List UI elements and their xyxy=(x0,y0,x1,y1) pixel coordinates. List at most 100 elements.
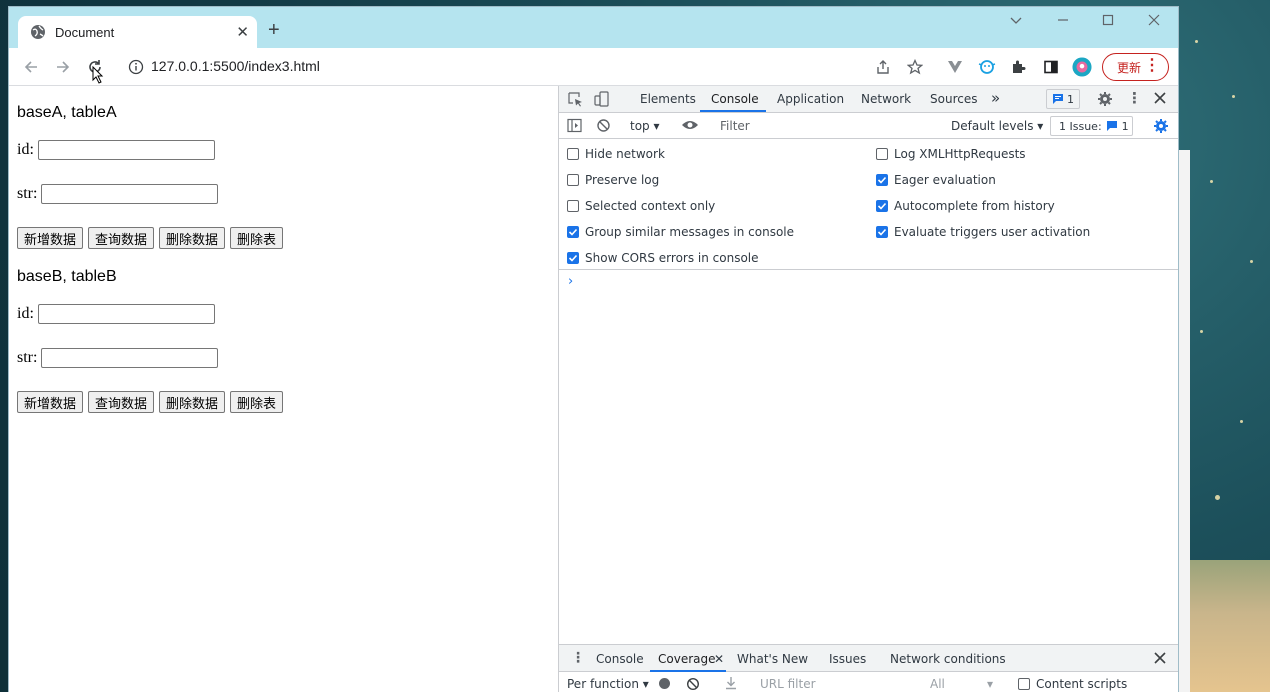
checkbox-checked[interactable] xyxy=(876,200,888,212)
setting-label: Autocomplete from history xyxy=(894,199,1055,213)
drawer-tab-network-conditions[interactable]: Network conditions xyxy=(890,652,1006,666)
close-coverage-tab-icon[interactable]: ✕ xyxy=(714,652,724,666)
checkbox[interactable] xyxy=(876,148,888,160)
section-a-str-input[interactable] xyxy=(41,184,219,204)
more-tabs-chevron-icon[interactable]: » xyxy=(991,89,1000,107)
setting-selected-context-only[interactable]: Selected context only xyxy=(567,199,715,213)
side-panel-icon[interactable] xyxy=(1041,57,1061,77)
more-menu-icon[interactable]: ⋮ xyxy=(1144,57,1160,75)
setting-label: Evaluate triggers user activation xyxy=(894,225,1091,239)
delete-data-button-a[interactable]: 删除数据 xyxy=(159,227,226,249)
section-a-id-input[interactable] xyxy=(37,140,215,160)
tab-application[interactable]: Application xyxy=(777,92,844,106)
section-b-id-row: id: xyxy=(17,304,215,324)
query-data-button-b[interactable]: 查询数据 xyxy=(88,391,155,413)
live-expression-eye-icon[interactable] xyxy=(681,118,699,135)
extension-face-icon[interactable] xyxy=(977,57,997,77)
checkbox[interactable] xyxy=(567,200,579,212)
maximize-button[interactable] xyxy=(1101,13,1115,30)
checkbox[interactable] xyxy=(1018,678,1030,690)
checkbox-checked[interactable] xyxy=(567,252,579,264)
checkbox[interactable] xyxy=(567,174,579,186)
type-filter-dropdown[interactable]: All xyxy=(930,677,945,691)
devtools-tab-bar: Elements Console Application Network Sou… xyxy=(559,86,1178,113)
console-filter-input[interactable]: Filter xyxy=(720,119,750,133)
vue-devtools-extension-icon[interactable] xyxy=(945,57,965,77)
section-b-id-input[interactable] xyxy=(37,304,215,324)
bookmark-star-icon[interactable] xyxy=(905,57,925,77)
drawer-tab-issues[interactable]: Issues xyxy=(829,652,866,666)
add-data-button-a[interactable]: 新增数据 xyxy=(17,227,84,249)
tab-sources[interactable]: Sources xyxy=(930,92,977,106)
tab-search-icon[interactable] xyxy=(1009,13,1023,30)
minimize-button[interactable] xyxy=(1056,13,1070,30)
checkbox-checked[interactable] xyxy=(876,226,888,238)
issues-button[interactable]: 1 Issue: 1 xyxy=(1050,116,1133,136)
export-download-icon[interactable] xyxy=(724,676,738,692)
inspect-element-icon[interactable] xyxy=(568,92,583,110)
checkbox-checked[interactable] xyxy=(876,174,888,186)
add-data-button-b[interactable]: 新增数据 xyxy=(17,391,84,413)
type-filter-chevron-icon[interactable]: ▾ xyxy=(987,677,993,691)
setting-evaluate-triggers[interactable]: Evaluate triggers user activation xyxy=(876,225,1090,239)
close-window-button[interactable] xyxy=(1147,13,1161,30)
issues-label: 1 Issue: xyxy=(1059,119,1102,133)
checkbox[interactable] xyxy=(567,148,579,160)
query-data-button-a[interactable]: 查询数据 xyxy=(88,227,155,249)
section-a-heading: baseA, tableA xyxy=(17,104,117,121)
new-tab-button[interactable]: + xyxy=(268,20,280,40)
setting-preserve-log[interactable]: Preserve log xyxy=(567,173,659,187)
console-settings-gear-icon[interactable] xyxy=(1153,118,1169,137)
setting-hide-network[interactable]: Hide network xyxy=(567,147,665,161)
setting-label: Log XMLHttpRequests xyxy=(894,147,1026,161)
tab-elements[interactable]: Elements xyxy=(640,92,696,106)
drawer-tab-whats-new[interactable]: What's New xyxy=(737,652,808,666)
setting-show-cors-errors[interactable]: Show CORS errors in console xyxy=(567,251,759,265)
close-tab-icon[interactable]: ✕ xyxy=(236,23,249,41)
close-devtools-icon[interactable] xyxy=(1154,92,1166,107)
setting-autocomplete-history[interactable]: Autocomplete from history xyxy=(876,199,1055,213)
web-page: baseA, tableA id: str: 新增数据 查询数据 删除数据 删除… xyxy=(9,86,558,692)
devtools-more-icon[interactable]: ⋮ xyxy=(1127,89,1142,107)
setting-log-xhr[interactable]: Log XMLHttpRequests xyxy=(876,147,1026,161)
share-icon[interactable] xyxy=(873,57,893,77)
setting-eager-evaluation[interactable]: Eager evaluation xyxy=(876,173,996,187)
extensions-puzzle-icon[interactable] xyxy=(1009,57,1029,77)
console-prompt-chevron-icon[interactable]: › xyxy=(568,274,573,289)
url-field[interactable]: 127.0.0.1:5500/index3.html xyxy=(151,58,320,74)
url-filter-input[interactable]: URL filter xyxy=(760,677,816,691)
type-filter-value: All xyxy=(930,677,945,691)
device-toolbar-icon[interactable] xyxy=(594,91,610,110)
coverage-mode-dropdown[interactable]: Per function ▾ xyxy=(567,677,649,691)
close-drawer-icon[interactable] xyxy=(1154,652,1166,667)
browser-tab[interactable]: Document ✕ xyxy=(18,16,257,48)
section-b-str-input[interactable] xyxy=(41,348,219,368)
delete-table-button-a[interactable]: 删除表 xyxy=(230,227,284,249)
profile-avatar[interactable] xyxy=(1072,57,1092,77)
site-info-icon[interactable] xyxy=(128,59,144,80)
drawer-tab-coverage[interactable]: Coverage xyxy=(658,652,716,666)
delete-data-button-b[interactable]: 删除数据 xyxy=(159,391,226,413)
settings-gear-icon[interactable] xyxy=(1097,91,1113,110)
tab-console[interactable]: Console xyxy=(711,92,759,106)
forward-button[interactable] xyxy=(52,56,74,78)
record-icon[interactable] xyxy=(659,678,670,689)
clear-coverage-icon[interactable] xyxy=(686,677,700,692)
clear-console-icon[interactable] xyxy=(596,118,611,136)
messages-badge[interactable]: 1 xyxy=(1046,89,1080,109)
sidebar-toggle-icon[interactable] xyxy=(567,118,582,136)
checkbox-checked[interactable] xyxy=(567,226,579,238)
mouse-cursor-icon xyxy=(92,66,104,84)
tab-network[interactable]: Network xyxy=(861,92,911,106)
context-selector[interactable]: top ▾ xyxy=(630,119,660,133)
setting-group-similar[interactable]: Group similar messages in console xyxy=(567,225,794,239)
update-button[interactable]: 更新 ⋮ xyxy=(1102,53,1169,81)
content-scripts-label: Content scripts xyxy=(1036,677,1128,691)
wallpaper-star xyxy=(1200,330,1203,333)
delete-table-button-b[interactable]: 删除表 xyxy=(230,391,284,413)
content-scripts-toggle[interactable]: Content scripts xyxy=(1018,677,1127,691)
drawer-menu-icon[interactable]: ⋮ xyxy=(571,650,585,666)
back-button[interactable] xyxy=(20,56,42,78)
drawer-tab-console[interactable]: Console xyxy=(596,652,644,666)
log-levels-dropdown[interactable]: Default levels ▾ xyxy=(951,119,1043,133)
